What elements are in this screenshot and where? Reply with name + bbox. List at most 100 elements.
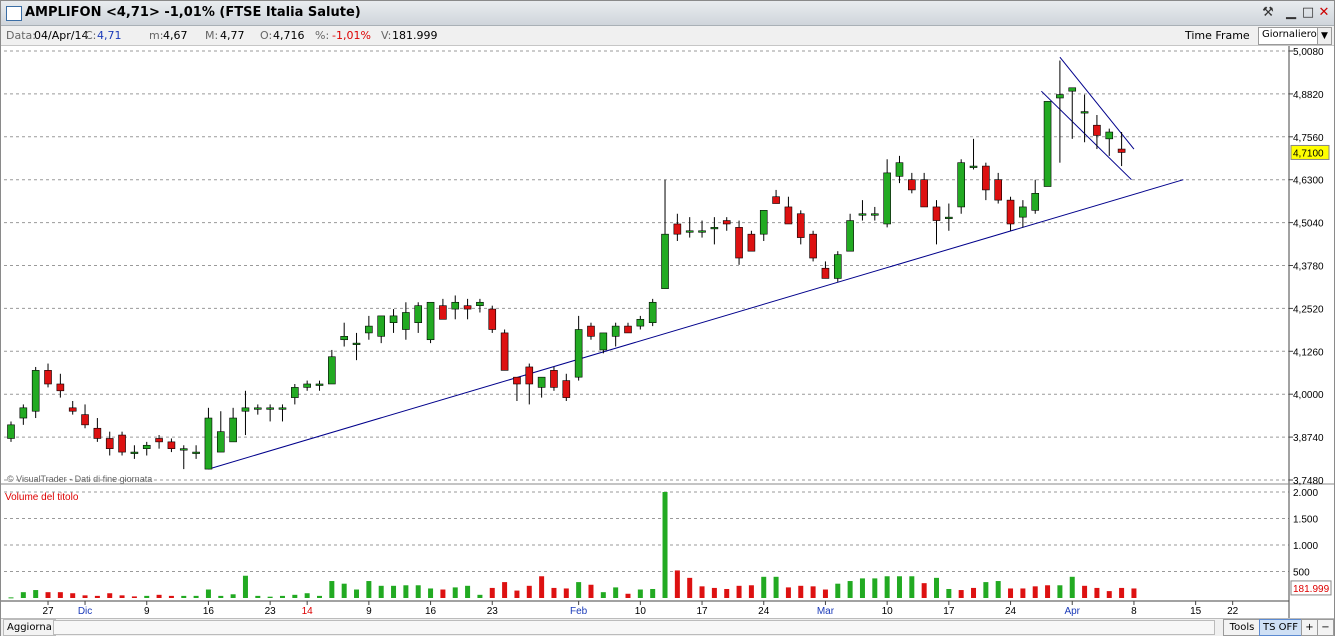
candle-body [1019,206,1027,218]
date-label: Data: [6,29,36,42]
candle [562,373,571,402]
candle-body [883,172,891,225]
price-tick-label: 4,6300 [1293,176,1324,187]
candle [648,298,657,327]
minimize-icon[interactable]: ▁ [1283,5,1299,21]
candle [982,162,990,201]
candle-body [796,213,805,238]
candle [870,206,879,221]
price-tick-label: 4,3780 [1293,262,1324,273]
maximize-icon[interactable]: □ [1300,5,1316,21]
volume-bar [946,588,952,598]
volume-bar [477,594,483,598]
close-label: C: [85,29,97,42]
candle-body [81,414,89,426]
horizontal-scrollbar[interactable] [53,620,1215,635]
volume-tick-label: 500 [1293,568,1310,579]
volume-bar [292,594,298,598]
price-tick-label: 3,8740 [1293,433,1324,444]
candle [167,438,176,453]
min-value: 4,67 [163,29,188,42]
volume-bar [1106,591,1112,598]
candle [599,332,608,354]
price-tick-label: 4,2520 [1293,304,1324,315]
candle-body [451,301,460,310]
candle-body [352,342,361,345]
candle-body [784,206,793,225]
chevron-down-icon[interactable]: ▼ [1317,28,1331,44]
volume-bar [785,587,791,598]
volume-bar [144,595,150,598]
candle [846,213,854,252]
last-volume-label: 181.999 [1293,584,1330,595]
candle [266,404,274,422]
volume-bar [57,592,63,598]
volume-bar [366,581,372,598]
volume-bar [205,589,211,598]
update-button[interactable]: Aggiorna [3,619,56,636]
candle-body [389,315,398,323]
tools-button[interactable]: Tools [1223,619,1261,636]
watermark: © VisualTrader - Dati di fine giornata [7,474,152,484]
candle [426,301,435,344]
time-tick-label: 10 [882,606,894,617]
candle [56,373,65,398]
support-trendline [208,179,1184,470]
volume-bar [748,585,754,598]
volume-bar [20,592,26,598]
volume-bar [107,593,113,598]
candle [7,421,15,442]
candle-body [759,210,768,235]
pin-icon[interactable]: ⚒ [1260,5,1276,21]
candle [377,315,386,344]
candle-body [291,387,299,398]
candle [488,305,497,333]
volume-bar [674,570,680,598]
volume-bar [1008,588,1014,598]
candle-body [463,305,472,310]
candle-body [31,370,40,412]
candle-body [204,417,213,470]
candle-body [661,233,669,289]
candle-body [1105,131,1114,140]
candle-body [673,223,682,235]
volume-bar [526,585,532,598]
volume-bar [588,584,594,598]
chart-app-icon [6,6,22,21]
candle-body [648,301,657,323]
candle-body [932,206,941,221]
volume-bar [168,595,174,598]
candle [636,315,645,330]
candle-body [142,444,151,449]
candle-body [1068,87,1077,92]
candle-body [229,417,237,443]
trend-lines [208,56,1184,470]
candle [833,251,842,282]
zoom-out-button[interactable]: − [1317,619,1334,636]
time-tick-label: 23 [265,606,277,617]
candle-body [1031,193,1040,211]
candle-body [500,332,509,371]
volume-bar [1069,576,1075,598]
candle [439,298,447,320]
volume-bar [8,597,14,599]
volume-bar [452,587,458,598]
zoom-in-button[interactable]: + [1301,619,1318,636]
candle-body [574,329,583,378]
candle-body [155,438,163,443]
volume-bar [662,492,668,598]
time-tick-label: 27 [42,606,54,617]
ts-off-button[interactable]: TS OFF [1259,619,1303,636]
time-tick-label: 14 [302,606,314,617]
timeframe-select[interactable]: Giornaliero ▼ [1258,27,1332,45]
candle [587,322,595,340]
candle-body [710,227,719,230]
pct-value: -1,01% [332,29,371,42]
candle [550,366,558,391]
close-icon[interactable]: ✕ [1316,5,1332,21]
candle-body [130,451,139,454]
candle [1019,200,1027,228]
candle [994,172,1003,204]
candle [81,404,89,429]
date-value: 04/Apr/14 [34,29,89,42]
